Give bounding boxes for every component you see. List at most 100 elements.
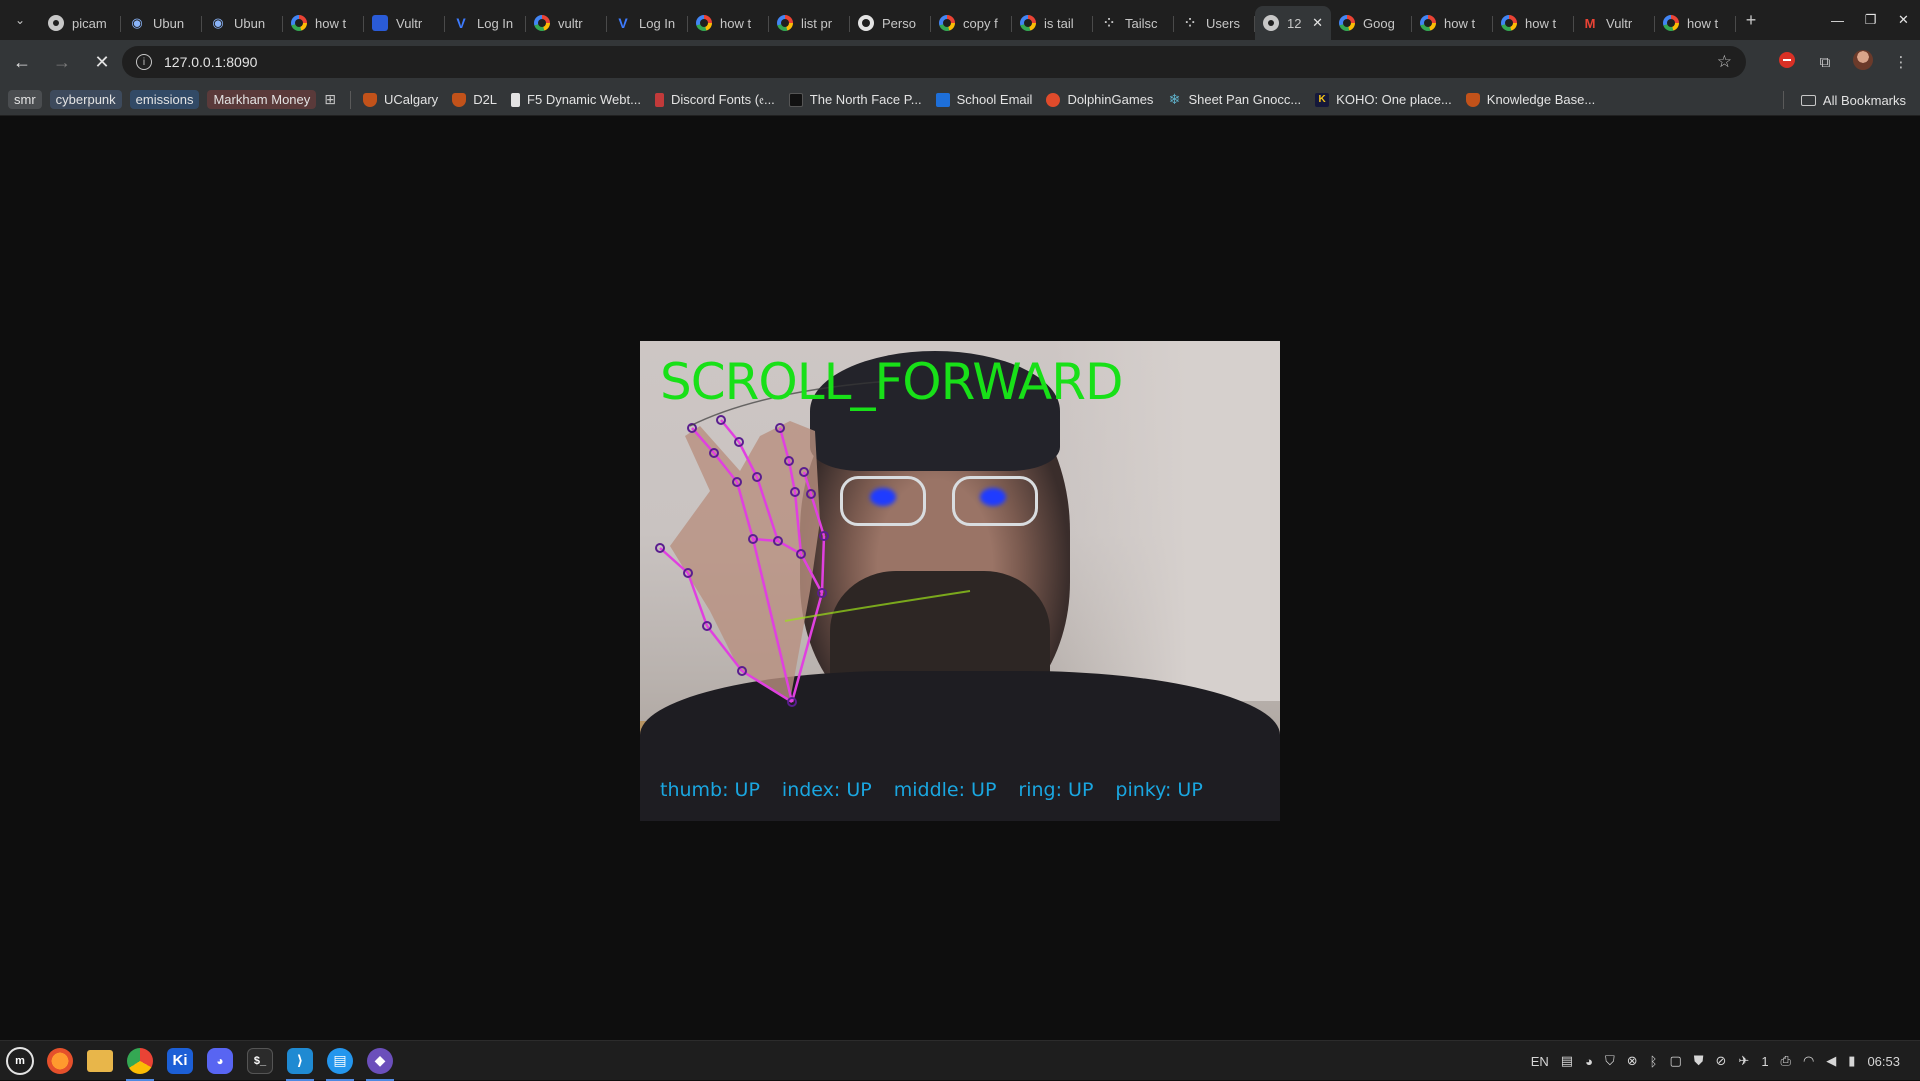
all-bookmarks-button[interactable]: All Bookmarks xyxy=(1800,84,1906,116)
minimize-button[interactable]: — xyxy=(1821,13,1854,28)
browser-tab[interactable]: copy f xyxy=(931,6,1012,40)
browser-tab[interactable]: list pr xyxy=(769,6,850,40)
start-menu-button[interactable]: m xyxy=(0,1041,40,1081)
browser-tab[interactable]: how t xyxy=(1493,6,1574,40)
printer-icon[interactable]: ⎙ xyxy=(1781,1053,1791,1069)
clipboard-icon[interactable]: ▢ xyxy=(1669,1053,1681,1069)
tab-title: Ubun xyxy=(153,15,185,31)
taskbar-discord[interactable]: ◕ xyxy=(200,1041,240,1081)
address-bar[interactable]: i 127.0.0.1:8090 ☆ xyxy=(122,46,1746,78)
battery-icon[interactable]: ▮ xyxy=(1848,1053,1855,1069)
bookmark-item[interactable]: F5 Dynamic Webt... xyxy=(511,92,641,107)
all-bookmarks-label: All Bookmarks xyxy=(1822,92,1906,108)
taskbar-kicad[interactable]: Ki xyxy=(160,1041,200,1081)
stop-button[interactable]: ✕ xyxy=(84,44,120,80)
finger-state-index: index: UP xyxy=(781,779,872,801)
network-tray-icon[interactable]: ⊘ xyxy=(1716,1053,1727,1069)
tab-title: Goog xyxy=(1363,15,1395,31)
mint-menu-icon: m xyxy=(6,1046,34,1075)
finger-state-middle: middle: UP xyxy=(893,779,997,801)
bookmark-separator xyxy=(1783,91,1784,109)
taskbar-chrome[interactable] xyxy=(120,1041,160,1081)
browser-tab[interactable]: M Vultr xyxy=(1574,6,1655,40)
volume-icon[interactable]: ◀ xyxy=(1826,1053,1836,1069)
bookmark-item[interactable]: ❄ Sheet Pan Gnocc... xyxy=(1167,91,1302,107)
browser-tab[interactable]: ⁘ Users xyxy=(1174,6,1255,40)
bluetooth-icon[interactable]: ᛒ xyxy=(1650,1054,1658,1069)
motion-trail xyxy=(784,590,971,622)
google-icon xyxy=(1339,15,1355,31)
restore-button[interactable]: ❐ xyxy=(1854,12,1887,28)
forward-button[interactable]: → xyxy=(44,44,80,80)
tab-title: how t xyxy=(1444,15,1476,31)
browser-tab[interactable]: ◉ Ubun xyxy=(121,6,202,40)
kebab-menu-icon[interactable]: ⋮ xyxy=(1882,53,1920,71)
taskbar-obsidian[interactable]: ◆ xyxy=(360,1041,400,1081)
bookmark-item[interactable]: DolphinGames xyxy=(1046,92,1153,107)
bookmark-item[interactable]: Discord Fonts (𝔢... xyxy=(654,92,775,108)
tab-list: picam ◉ Ubun ◉ Ubun how t Vultr V Log In vultr V Lo… xyxy=(40,0,1736,40)
bookmark-item[interactable]: School Email xyxy=(935,92,1032,107)
tab-title: picam xyxy=(72,15,107,31)
taskbar-docker[interactable]: ▤ xyxy=(320,1041,360,1081)
vultr-icon: V xyxy=(618,15,628,31)
browser-tab[interactable]: ⁘ Tailsc xyxy=(1093,6,1174,40)
tab-search-button[interactable]: ⌄ xyxy=(0,0,40,40)
browser-tab[interactable]: how t xyxy=(688,6,769,40)
back-button[interactable]: ← xyxy=(4,44,40,80)
browser-tab[interactable]: Perso xyxy=(850,6,931,40)
bookmark-item[interactable]: The North Face P... xyxy=(788,92,922,107)
shield-icon xyxy=(363,92,377,107)
taskbar-vscode[interactable]: ⟩ xyxy=(280,1041,320,1081)
extensions-puzzle-icon[interactable]: ⧉ xyxy=(1806,54,1844,71)
keyboard-layout[interactable]: EN xyxy=(1531,1054,1549,1069)
bookmark-label: The North Face P... xyxy=(809,92,922,107)
bookmark-item[interactable]: Knowledge Base... xyxy=(1465,92,1595,107)
bookmark-item[interactable]: UCalgary xyxy=(363,92,438,107)
apps-grid-icon[interactable]: ⊞ xyxy=(324,91,336,108)
browser-tab[interactable]: how t xyxy=(283,6,364,40)
browser-tab[interactable]: how t xyxy=(1412,6,1493,40)
security-tray-icon[interactable]: ⛊ xyxy=(1694,1053,1704,1069)
url-text[interactable]: 127.0.0.1:8090 xyxy=(164,54,257,70)
bookmark-item[interactable]: K KOHO: One place... xyxy=(1315,92,1452,107)
new-tab-button[interactable]: + xyxy=(1736,10,1766,31)
docker-tray-icon[interactable]: ▤ xyxy=(1561,1053,1573,1069)
browser-tab[interactable]: Vultr xyxy=(364,6,445,40)
wifi-icon[interactable]: ◠ xyxy=(1803,1053,1814,1069)
bookmark-chip-cyberpunk[interactable]: cyberpunk xyxy=(49,90,122,109)
browser-tab[interactable]: is tail xyxy=(1012,6,1093,40)
page-content: SCROLL_FORWARD thumb: UP index: UP middle:… xyxy=(0,117,1920,1040)
clock[interactable]: 06:53 xyxy=(1867,1054,1900,1069)
bookmark-chip-emissions[interactable]: emissions xyxy=(129,90,200,109)
taskbar-terminal[interactable]: $_ xyxy=(240,1041,280,1081)
blocker-extension-icon[interactable] xyxy=(1768,52,1806,72)
browser-tab[interactable]: ◉ Ubun xyxy=(202,6,283,40)
close-window-button[interactable]: ✕ xyxy=(1887,12,1920,28)
tab-title: Tailsc xyxy=(1125,15,1158,31)
browser-tab[interactable]: 12 ✕ xyxy=(1255,6,1331,40)
taskbar-firefox[interactable] xyxy=(40,1041,80,1081)
sync-tray-icon[interactable]: ⊗ xyxy=(1627,1053,1638,1069)
browser-tab[interactable]: V Log In xyxy=(445,6,526,40)
bookmark-item[interactable]: D2L xyxy=(452,92,497,107)
profile-avatar[interactable] xyxy=(1844,50,1882,74)
google-icon xyxy=(696,15,712,31)
bookmark-label: UCalgary xyxy=(384,92,439,107)
tab-title: how t xyxy=(315,15,347,31)
browser-tab[interactable]: picam xyxy=(40,6,121,40)
google-icon xyxy=(534,15,550,31)
shield-tray-icon[interactable]: ⛉ xyxy=(1605,1053,1615,1069)
site-info-icon[interactable]: i xyxy=(136,54,152,70)
tab-close-icon[interactable]: ✕ xyxy=(1312,15,1323,31)
bookmark-star-icon[interactable]: ☆ xyxy=(1717,52,1732,72)
browser-tab[interactable]: vultr xyxy=(526,6,607,40)
browser-tab[interactable]: how t xyxy=(1655,6,1736,40)
browser-tab[interactable]: Goog xyxy=(1331,6,1412,40)
bookmark-chip-smr[interactable]: smr xyxy=(8,90,42,109)
taskbar-files[interactable] xyxy=(80,1041,120,1081)
browser-tab[interactable]: V Log In xyxy=(607,6,688,40)
bookmark-chip-markham-money[interactable]: Markham Money xyxy=(207,90,317,109)
notifications-icon[interactable]: ✈ xyxy=(1738,1053,1749,1069)
discord-tray-icon[interactable]: ◕ xyxy=(1585,1054,1593,1069)
